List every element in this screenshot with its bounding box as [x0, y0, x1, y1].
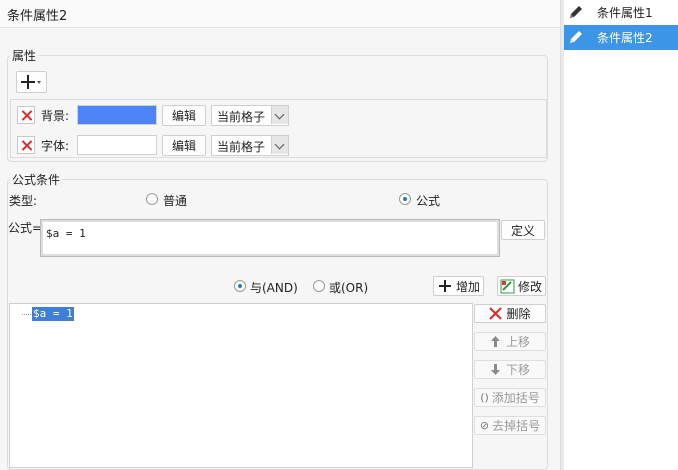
- formula-value: $a = 1: [46, 227, 86, 240]
- remove-parentheses-label: 去掉括号: [492, 419, 541, 433]
- formula-condition-legend: 公式条件: [10, 171, 63, 188]
- edit-font-button[interactable]: 编辑: [162, 135, 206, 156]
- and-label[interactable]: 与(AND): [250, 279, 298, 296]
- add-condition-label: 增加: [456, 279, 481, 294]
- condition-item[interactable]: $a = 1: [32, 307, 74, 321]
- editor-title: 条件属性2: [7, 9, 68, 24]
- editor-pane: 条件属性2 属性 背景: 编辑 当前格子 字体: 编辑 当前格子 公式条件 类型…: [0, 0, 560, 470]
- add-parentheses-label: 添加括号: [491, 391, 540, 405]
- arrow-up-icon: [490, 336, 500, 347]
- modify-icon: [500, 279, 515, 293]
- font-color-swatch[interactable]: [77, 135, 157, 155]
- condition-attribute-label-2: 条件属性2: [597, 31, 653, 45]
- type-normal-label[interactable]: 普通: [163, 192, 187, 209]
- pencil-icon: [570, 6, 582, 18]
- font-scope-select[interactable]: 当前格子: [211, 135, 289, 156]
- font-label: 字体:: [41, 139, 70, 153]
- remove-background-icon[interactable]: [17, 106, 35, 124]
- condition-attribute-item-1[interactable]: 条件属性1: [564, 0, 678, 25]
- background-label: 背景:: [41, 109, 70, 123]
- remove-font-icon[interactable]: [17, 136, 35, 154]
- type-normal-radio[interactable]: [146, 193, 158, 205]
- formula-input[interactable]: $a = 1: [40, 219, 500, 257]
- move-up-button[interactable]: 上移: [474, 332, 546, 351]
- conditional-attribute-dialog: 条件属性2 属性 背景: 编辑 当前格子 字体: 编辑 当前格子 公式条件 类型…: [0, 0, 678, 470]
- delete-label: 删除: [506, 307, 531, 321]
- remove-parentheses-button[interactable]: ⊘ 去掉括号: [474, 416, 546, 435]
- and-radio[interactable]: [234, 280, 246, 292]
- background-scope-value: 当前格子: [217, 110, 266, 124]
- modify-condition-label: 修改: [518, 279, 543, 294]
- close-icon: [489, 307, 503, 320]
- add-condition-button[interactable]: 增加: [433, 276, 484, 296]
- attributes-legend: 属性: [10, 47, 39, 64]
- condition-list[interactable]: $a = 1: [9, 303, 473, 468]
- add-attribute-button[interactable]: [16, 71, 47, 93]
- type-formula-label[interactable]: 公式: [416, 192, 440, 209]
- tree-connector: [22, 314, 31, 315]
- chevron-down-icon: [271, 106, 288, 124]
- pencil-icon: [570, 31, 582, 43]
- move-up-label: 上移: [505, 335, 530, 349]
- or-radio[interactable]: [313, 280, 325, 292]
- remove-parentheses-icon: ⊘: [479, 419, 490, 432]
- background-color-swatch[interactable]: [77, 105, 157, 125]
- parentheses-icon: (): [480, 391, 489, 404]
- add-parentheses-button[interactable]: () 添加括号: [474, 388, 546, 407]
- or-label[interactable]: 或(OR): [329, 279, 368, 296]
- condition-attribute-label-1: 条件属性1: [597, 6, 653, 20]
- move-down-button[interactable]: 下移: [474, 360, 546, 379]
- arrow-down-icon: [490, 364, 500, 375]
- define-button[interactable]: 定义: [501, 220, 545, 240]
- modify-condition-button[interactable]: 修改: [497, 276, 546, 296]
- plus-icon: [439, 280, 451, 292]
- title-bar: 条件属性2: [0, 0, 560, 28]
- condition-attribute-item-2[interactable]: 条件属性2: [564, 25, 678, 50]
- background-scope-select[interactable]: 当前格子: [211, 105, 289, 126]
- condition-list-panel: 条件属性1 条件属性2: [564, 0, 678, 470]
- plus-icon: [20, 75, 41, 89]
- edit-background-button[interactable]: 编辑: [162, 105, 206, 126]
- type-label: 类型:: [9, 194, 38, 208]
- move-down-label: 下移: [505, 363, 530, 377]
- chevron-down-icon: [271, 136, 288, 154]
- delete-button[interactable]: 删除: [474, 304, 546, 323]
- type-formula-radio[interactable]: [399, 193, 411, 205]
- font-scope-value: 当前格子: [217, 140, 266, 154]
- formula-label: 公式=: [8, 221, 43, 235]
